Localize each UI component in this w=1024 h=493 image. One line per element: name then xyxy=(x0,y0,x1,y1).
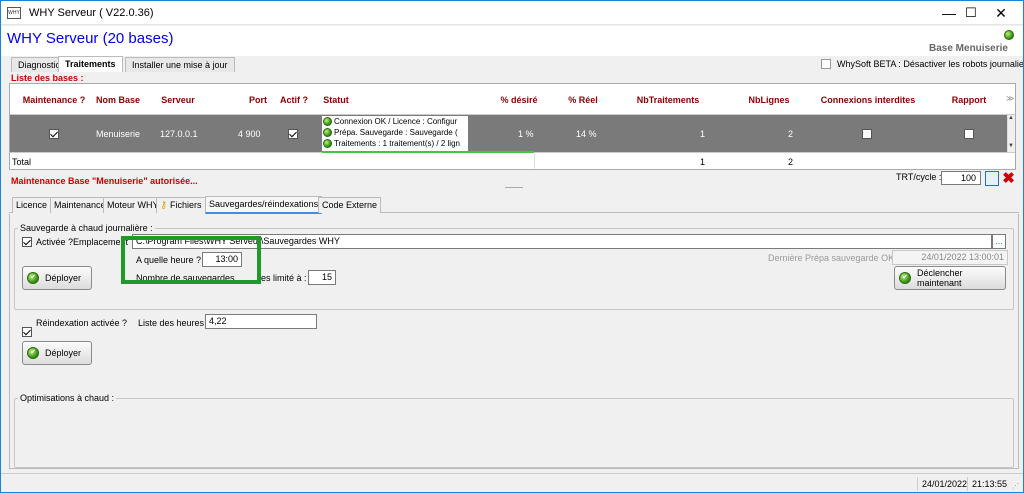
hours-input[interactable]: 4,22 xyxy=(205,314,317,329)
backup-group-label: Sauvegarde à chaud journalière : xyxy=(18,223,155,233)
optimisations-group xyxy=(14,398,1014,468)
limit-label-end: es limité à : xyxy=(261,273,307,283)
col-pct-reel[interactable]: % Réel xyxy=(558,84,608,115)
status-ok-icon xyxy=(323,117,332,126)
cell-nbtraitements: 1 xyxy=(700,128,706,139)
col-serveur[interactable]: Serveur xyxy=(152,84,204,115)
trt-input[interactable]: 100 xyxy=(941,171,981,185)
document-icon[interactable] xyxy=(985,171,999,186)
status-line: Prépa. Sauvegarde : Sauvegarde ( xyxy=(322,127,468,138)
last-prep-label: Dernière Prépa sauvegarde OK : xyxy=(768,253,900,263)
check-icon: ✔ xyxy=(27,272,39,284)
resize-grip-icon[interactable]: ⋰ xyxy=(1012,482,1019,490)
delete-icon[interactable]: ✖ xyxy=(1001,171,1016,186)
trigger-now-button[interactable]: ✔ Déclencher maintenant xyxy=(894,266,1006,290)
total-nblignes: 2 xyxy=(788,157,794,167)
scroll-up-icon[interactable]: ▲ xyxy=(1008,115,1014,121)
collapse-icon[interactable]: ≫ xyxy=(1006,94,1014,103)
col-nom-base[interactable]: Nom Base xyxy=(90,84,146,115)
tab-licence[interactable]: Licence xyxy=(12,197,52,213)
status-line: Connexion OK / Licence : Configur xyxy=(322,116,468,127)
location-input[interactable]: C:\Program Files\WHY Serveur\Sauvegardes… xyxy=(132,234,992,249)
col-statut[interactable]: Statut xyxy=(316,84,356,115)
connexions-interdites-checkbox[interactable] xyxy=(862,128,872,139)
col-connexions-interdites[interactable]: Connexions interdites xyxy=(810,84,926,115)
cell-pct-desire: 1 % xyxy=(518,128,534,139)
beta-option-label: WhySoft BETA : Désactiver les robots jou… xyxy=(837,59,1024,69)
status-time: 21:13:55 xyxy=(967,477,1011,491)
check-icon: ✔ xyxy=(899,272,911,284)
tab-sauvegardes-reindexations[interactable]: Sauvegardes/réindexations xyxy=(205,196,323,214)
status-date: 24/01/2022 xyxy=(917,477,971,491)
bases-list-label: Liste des bases : xyxy=(11,73,84,83)
main-tabs: Diagnostic Traitements Installer une mis… xyxy=(1,56,1023,72)
check-icon: ✔ xyxy=(27,347,39,359)
col-actif[interactable]: Actif ? xyxy=(272,84,316,115)
cell-nblignes: 2 xyxy=(788,128,794,139)
app-logo-icon: WHY xyxy=(7,7,21,19)
progress-indicator xyxy=(322,151,534,153)
window-title: WHY Serveur ( V22.0.36) xyxy=(29,7,154,19)
tab-maintenance[interactable]: Maintenance xyxy=(50,197,110,213)
tab-fichiers[interactable]: ⚷ Fichiers xyxy=(156,197,206,213)
actif-checkbox[interactable] xyxy=(288,128,298,139)
deploy-backup-button[interactable]: ✔ Déployer xyxy=(22,266,92,290)
cell-serveur: 127.0.0.1 xyxy=(160,128,198,139)
cell-pct-reel: 14 % xyxy=(576,128,597,139)
rapport-checkbox[interactable] xyxy=(964,128,974,139)
backup-activated-checkbox[interactable] xyxy=(22,237,32,247)
app-window: WHY WHY Serveur ( V22.0.36) — ☐ ✕ WHY Se… xyxy=(0,0,1024,493)
reindex-label: Réindexation activée ? xyxy=(36,318,128,328)
status-ok-icon xyxy=(323,139,332,148)
last-prep-input: 24/01/2022 13:00:01 xyxy=(892,250,1008,265)
table-row[interactable]: Menuiserie 127.0.0.1 4 900 Connexion OK … xyxy=(10,115,1007,152)
app-header: WHY Serveur (20 bases) Base Menuiserie xyxy=(1,26,1023,56)
tab-code-externe[interactable]: Code Externe xyxy=(318,197,382,213)
total-label: Total xyxy=(12,157,32,167)
optimisations-label: Optimisations à chaud : xyxy=(18,393,117,403)
total-row: Total 1 2 xyxy=(10,151,1015,169)
col-nblignes[interactable]: NbLignes xyxy=(738,84,800,115)
beta-checkbox[interactable] xyxy=(821,59,831,69)
cell-nom-base: Menuiserie xyxy=(96,128,141,139)
database-name: Base Menuiserie xyxy=(929,43,1008,54)
splitter-handle[interactable] xyxy=(505,187,523,188)
app-title: WHY Serveur (20 bases) xyxy=(7,30,174,47)
col-maintenance[interactable]: Maintenance ? xyxy=(20,84,88,115)
cell-port: 4 900 xyxy=(238,128,261,139)
tab-installer-mise-a-jour[interactable]: Installer une mise à jour xyxy=(125,57,235,72)
cell-statut: Connexion OK / Licence : Configur Prépa.… xyxy=(322,116,468,151)
maintenance-checkbox[interactable] xyxy=(49,128,59,139)
browse-button[interactable]: ... xyxy=(992,234,1006,249)
key-icon: ⚷ xyxy=(160,200,168,211)
total-nbtraitements: 1 xyxy=(700,157,706,167)
col-pct-desire[interactable]: % désiré xyxy=(490,84,548,115)
location-label: Emplacement xyxy=(73,237,129,247)
title-bar: WHY WHY Serveur ( V22.0.36) — ☐ ✕ xyxy=(1,1,1023,25)
reindex-checkbox[interactable] xyxy=(22,327,32,337)
backup-activated-label: Activée ? xyxy=(36,237,74,247)
close-button[interactable]: ✕ xyxy=(979,1,1023,25)
trt-label: TRT/cycle : xyxy=(896,172,942,182)
status-ok-icon xyxy=(1004,30,1014,40)
deploy-reindex-button[interactable]: ✔ Déployer xyxy=(22,341,92,365)
hours-label: Liste des heures ? xyxy=(138,318,212,328)
status-bar: 24/01/2022 21:13:55 ⋰ xyxy=(1,473,1023,492)
status-line: Traitements : 1 traitement(s) / 2 lign xyxy=(322,138,468,149)
tab-moteur-why[interactable]: Moteur WHY xyxy=(103,197,163,213)
scroll-down-icon[interactable]: ▼ xyxy=(1008,143,1014,149)
status-ok-icon xyxy=(323,128,332,137)
col-nbtraitements[interactable]: NbTraitements xyxy=(624,84,712,115)
grid-scrollbar[interactable]: ▲ ▼ xyxy=(1007,115,1015,152)
highlight-box xyxy=(121,236,261,284)
grid-header: Maintenance ? Nom Base Serveur Port Acti… xyxy=(10,84,1015,115)
col-rapport[interactable]: Rapport xyxy=(942,84,996,115)
maintenance-notice: Maintenance Base "Menuiserie" autorisée.… xyxy=(11,176,198,186)
bases-grid: Maintenance ? Nom Base Serveur Port Acti… xyxy=(9,83,1016,170)
tab-traitements[interactable]: Traitements xyxy=(58,56,123,72)
limit-input[interactable]: 15 xyxy=(308,270,336,285)
sub-tabs: Licence Maintenance Moteur WHY ⚷ Fichier… xyxy=(9,196,1019,214)
